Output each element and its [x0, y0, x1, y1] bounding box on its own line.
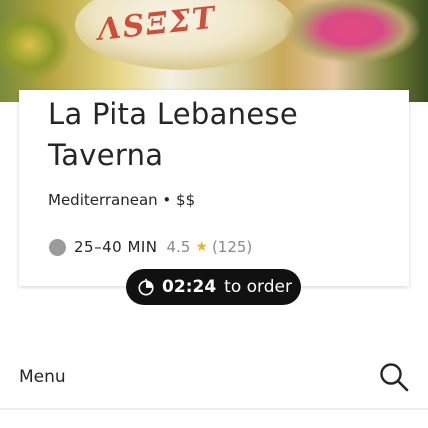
order-timer-pill[interactable]: 02:24 to order	[126, 269, 301, 305]
search-button[interactable]	[378, 361, 410, 393]
timer-icon	[138, 278, 154, 296]
review-count: (125)	[211, 238, 253, 256]
hero-food-left	[0, 10, 70, 80]
hero-food-right	[282, 0, 422, 64]
search-icon	[380, 363, 409, 392]
divider	[0, 408, 428, 410]
delivery-eta: 25–40 MIN	[74, 238, 158, 256]
delivery-stats: 25–40 MIN 4.5 ★ (125)	[49, 237, 252, 257]
hero-image: ΛSΞΣΤ	[0, 0, 428, 102]
restaurant-info-card: La Pita Lebanese Taverna Mediterranean •…	[19, 90, 409, 286]
restaurant-name: La Pita Lebanese Taverna	[48, 97, 299, 172]
cuisine-price-line: Mediterranean • $$	[48, 191, 196, 209]
star-icon: ★	[195, 239, 208, 255]
menu-heading: Menu	[19, 367, 66, 387]
clock-icon	[49, 238, 66, 256]
timer-countdown: 02:24	[162, 277, 217, 297]
rating-value: 4.5	[166, 238, 191, 256]
timer-suffix: to order	[224, 277, 292, 297]
